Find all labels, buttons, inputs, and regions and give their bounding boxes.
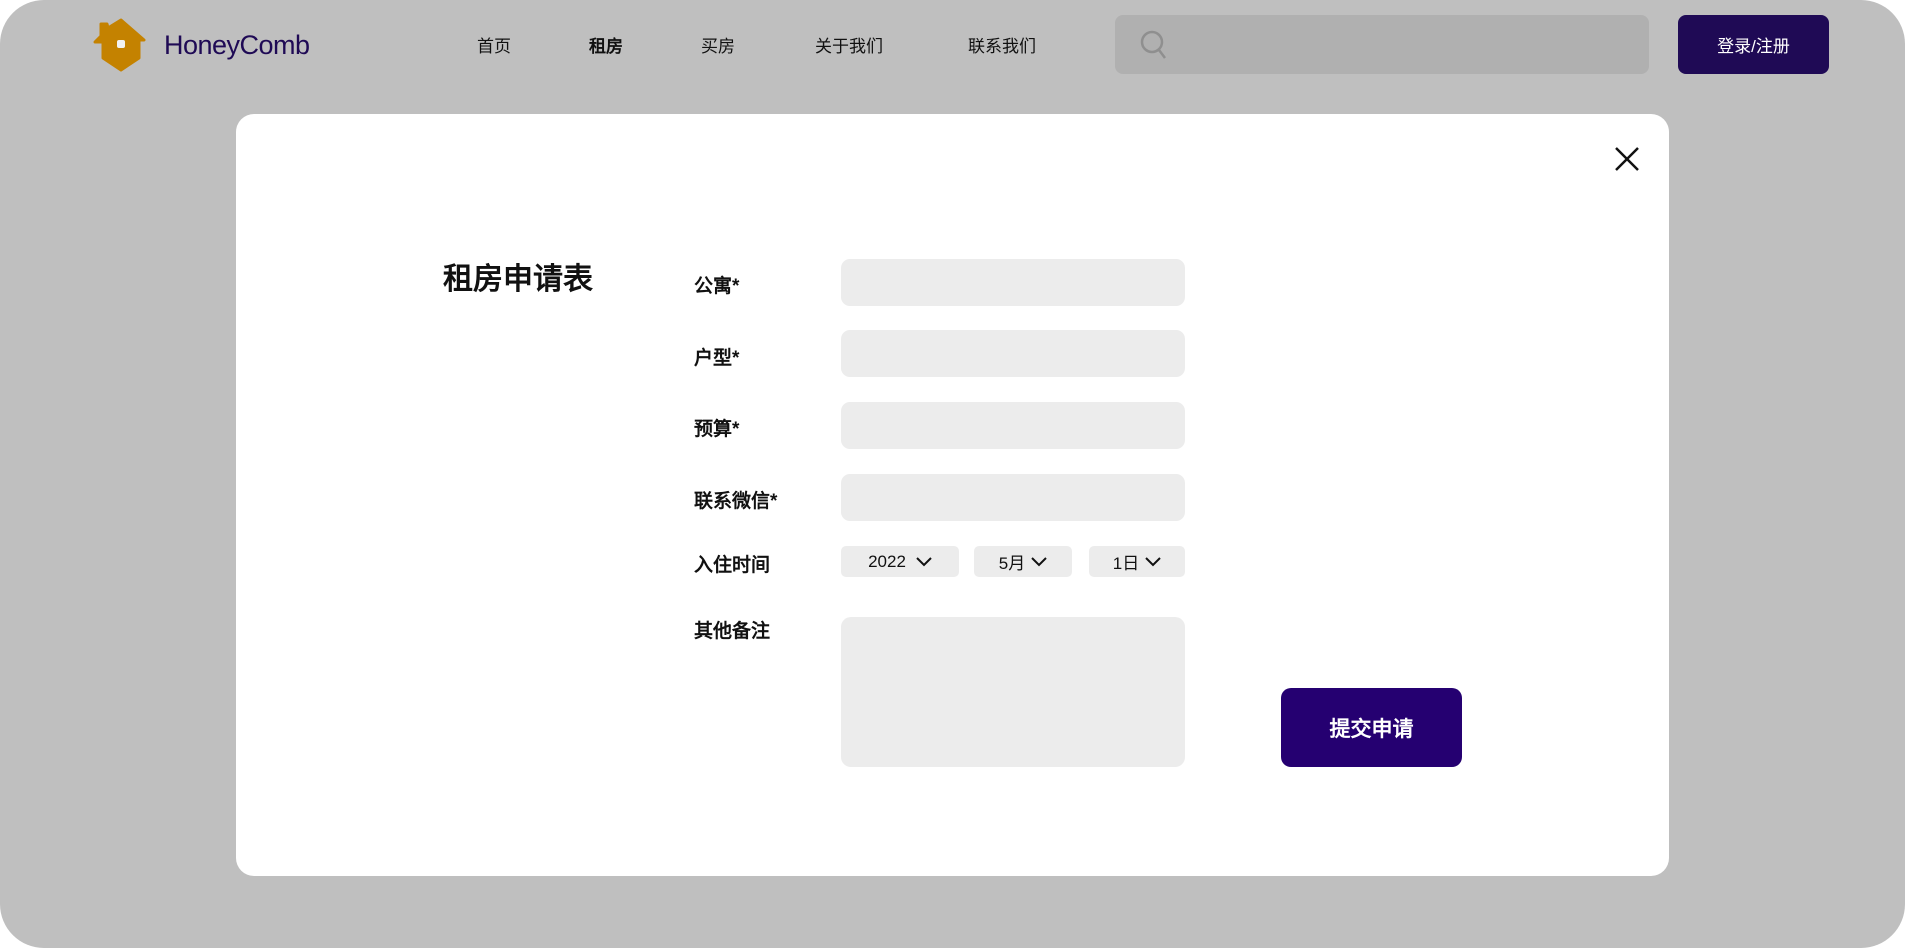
chevron-down-icon	[916, 556, 932, 566]
apartment-input[interactable]	[841, 259, 1185, 306]
submit-application-button[interactable]: 提交申请	[1281, 688, 1462, 767]
notes-textarea[interactable]	[841, 617, 1185, 767]
brand-name: HoneyComb	[164, 29, 310, 60]
search-icon	[1140, 30, 1166, 59]
year-value: 2022	[868, 551, 906, 571]
logo[interactable]: HoneyComb	[92, 18, 310, 72]
day-value: 1日	[1112, 554, 1140, 573]
close-icon[interactable]	[1612, 144, 1642, 174]
budget-input[interactable]	[841, 402, 1185, 449]
rental-application-modal: 租房申请表 公寓* 户型* 预算* 联系微信* 入住时间 2022 5月 1日 …	[236, 114, 1669, 876]
budget-label: 预算*	[694, 419, 740, 440]
day-select[interactable]: 1日	[1089, 546, 1185, 577]
notes-label: 其他备注	[694, 621, 771, 642]
login-register-button[interactable]: 登录/注册	[1678, 15, 1829, 74]
month-select[interactable]: 5月	[974, 546, 1072, 577]
app-background: HoneyComb 首页 租房 买房 关于我们 联系我们 登录/注册 租房申请表…	[0, 0, 1905, 948]
move-in-date-label: 入住时间	[694, 555, 771, 576]
nav-home[interactable]: 首页	[477, 32, 511, 57]
chevron-down-icon	[1031, 556, 1047, 566]
wechat-input[interactable]	[841, 474, 1185, 521]
form-title: 租房申请表	[443, 263, 593, 296]
apartment-label: 公寓*	[694, 276, 740, 297]
nav-rent[interactable]: 租房	[589, 32, 623, 57]
nav-about[interactable]: 关于我们	[815, 32, 883, 57]
month-value: 5月	[998, 554, 1026, 573]
year-select[interactable]: 2022	[841, 546, 959, 577]
wechat-label: 联系微信*	[694, 491, 778, 512]
nav-contact[interactable]: 联系我们	[968, 32, 1036, 57]
house-logo-icon	[93, 18, 146, 72]
search-input[interactable]	[1115, 15, 1649, 74]
nav-buy[interactable]: 买房	[701, 32, 735, 57]
layout-input[interactable]	[841, 330, 1185, 377]
chevron-down-icon	[1145, 556, 1161, 566]
layout-label: 户型*	[694, 348, 740, 369]
